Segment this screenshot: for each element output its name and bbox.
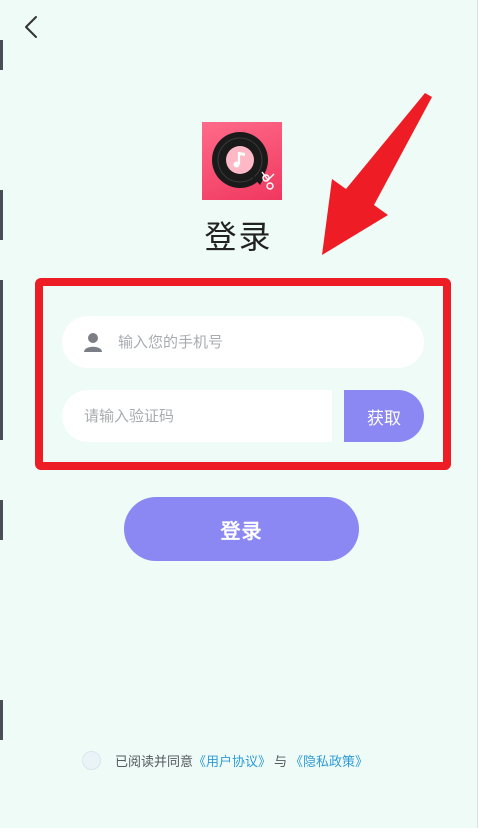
privacy-policy-link[interactable]: 《隐私政策》 — [290, 751, 368, 770]
back-button[interactable] — [18, 12, 46, 42]
window-edge-strip — [0, 500, 3, 540]
music-record-scissors-icon — [212, 132, 275, 190]
login-screen: 登录 获取 登录 已阅读并同意 《用户协议》 与 《隐私政策》 — [0, 0, 478, 828]
user-icon — [84, 333, 102, 352]
agreement-prefix: 已阅读并同意 — [115, 754, 194, 770]
user-agreement-link[interactable]: 《用户协议》 — [193, 751, 271, 770]
agreement-row: 已阅读并同意 《用户协议》 与 《隐私政策》 — [82, 750, 368, 770]
phone-field[interactable] — [62, 316, 424, 368]
chevron-left-icon — [25, 16, 37, 38]
window-edge-strip — [0, 700, 3, 740]
agreement-checkbox[interactable] — [82, 750, 101, 770]
verification-code-field[interactable] — [62, 390, 332, 442]
verification-code-input[interactable] — [82, 406, 332, 426]
phone-input[interactable] — [116, 332, 380, 352]
window-edge-strip — [0, 280, 3, 440]
get-code-button[interactable]: 获取 — [344, 390, 424, 442]
app-logo — [202, 122, 282, 200]
agreement-connector: 与 — [274, 754, 288, 770]
red-arrow-annotation — [322, 93, 432, 255]
login-button[interactable]: 登录 — [124, 497, 359, 561]
window-edge-strip — [0, 40, 3, 70]
